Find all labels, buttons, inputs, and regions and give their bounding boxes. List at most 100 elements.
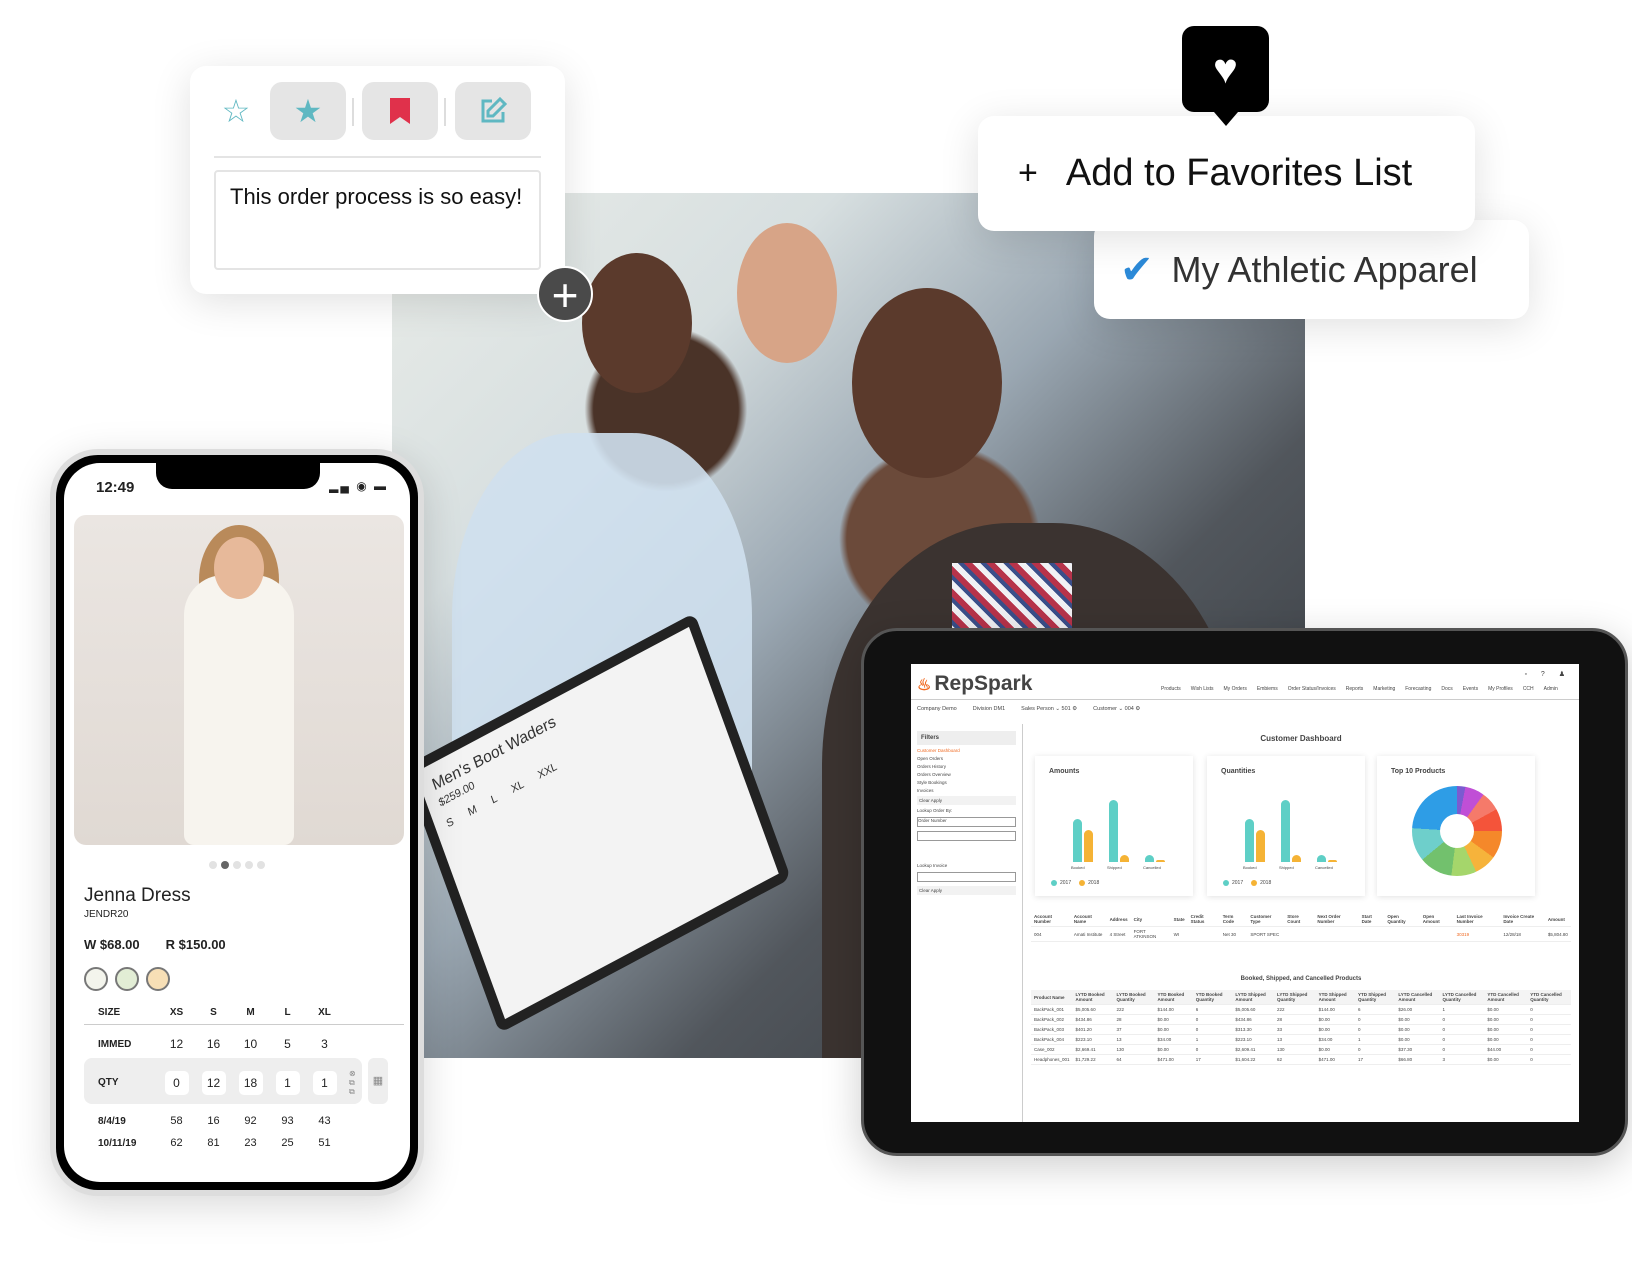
context-item[interactable]: Division DM1 bbox=[973, 706, 1005, 712]
nav-item[interactable]: Reports bbox=[1346, 686, 1364, 692]
column-header[interactable]: LYTD Shipped Amount bbox=[1232, 990, 1275, 1005]
qty-input[interactable]: 12 bbox=[201, 1070, 226, 1095]
table-row[interactable]: BackPack_002 $434.86 28 $0.00 0 $434.86 28 $0.0… bbox=[1031, 1014, 1571, 1025]
filter-link[interactable]: Customer Dashboard bbox=[917, 748, 1016, 753]
color-swatch[interactable] bbox=[84, 967, 108, 991]
nav-item[interactable]: Forecasting bbox=[1405, 686, 1431, 692]
qty-input[interactable]: 1 bbox=[312, 1070, 337, 1095]
cell bbox=[1187, 926, 1220, 942]
amounts-chart: Amounts Booked Shipped Cancelled 2017 2018 bbox=[1035, 756, 1193, 896]
cell: SPORT SPEC bbox=[1247, 926, 1285, 942]
header-icons[interactable]: ▫ ? ♟ bbox=[1524, 670, 1571, 678]
table-row[interactable]: BackPack_003 $401.20 37 $0.00 0 $313.30 33 $0.0… bbox=[1031, 1024, 1571, 1035]
nav-item[interactable]: Admin bbox=[1544, 686, 1558, 692]
column-header[interactable]: LYTD Booked Amount bbox=[1072, 990, 1114, 1005]
clear-copy-icons[interactable]: ⊗ ⧉ ⧉ bbox=[349, 1069, 356, 1096]
cell: $1,604.22 bbox=[1232, 1054, 1275, 1065]
products-table: Product Name LYTD Booked Amount LYTD Booke… bbox=[1031, 990, 1571, 1065]
table-row[interactable]: BackPack_001 $5,005.60 222 $144.00 6 $5,005.6… bbox=[1031, 1004, 1571, 1015]
comment-textarea[interactable]: This order process is so easy! bbox=[214, 170, 541, 270]
table-row[interactable]: BackPack_004 $223.10 13 $34.00 1 $223.10 13 $34… bbox=[1031, 1034, 1571, 1045]
top-nav: Products Wish Lists My Orders Embiems Order … bbox=[1161, 686, 1558, 692]
dashboard-title: Customer Dashboard bbox=[1260, 734, 1342, 743]
table-row[interactable]: Headphones_001 $1,729.22 64 $471.00 17 $1,604… bbox=[1031, 1054, 1571, 1065]
filter-link[interactable]: Orders Overview bbox=[917, 772, 1016, 777]
cell: 28 bbox=[1274, 1014, 1316, 1025]
cell: $2,669.41 bbox=[1072, 1044, 1114, 1055]
calendar-add-icon[interactable]: ▦ bbox=[368, 1058, 388, 1104]
heart-icon[interactable]: ♥ bbox=[1182, 26, 1269, 126]
column-header[interactable]: LYTD Shipped Quantity bbox=[1274, 990, 1316, 1005]
bar-shipped-2018 bbox=[1292, 854, 1301, 862]
cell: 12/28/18 bbox=[1500, 926, 1545, 942]
favorites-list-item[interactable]: ✔ My Athletic Apparel bbox=[1094, 220, 1529, 319]
column-header[interactable]: LYTD Cancelled Quantity bbox=[1439, 990, 1485, 1005]
plus-icon: + bbox=[1018, 154, 1038, 192]
nav-item[interactable]: Events bbox=[1463, 686, 1478, 692]
filter-link[interactable]: Invoices bbox=[917, 788, 1016, 793]
context-item[interactable]: Company Demo bbox=[917, 706, 957, 712]
bookmark-icon[interactable] bbox=[362, 82, 438, 140]
nav-item[interactable]: Docs bbox=[1441, 686, 1452, 692]
lookup-order-select[interactable]: Order Number bbox=[917, 817, 1016, 827]
nav-item[interactable]: My Profiles bbox=[1488, 686, 1513, 692]
column-header[interactable]: Product Name bbox=[1031, 990, 1073, 1005]
table-row[interactable]: Case_002 $2,669.41 130 $0.00 0 $2,609.41 130 $0… bbox=[1031, 1044, 1571, 1055]
star-filled-icon[interactable]: ★ bbox=[270, 82, 346, 140]
star-outline-icon[interactable]: ☆ bbox=[198, 82, 274, 140]
filter-link[interactable]: Orders History bbox=[917, 764, 1016, 769]
context-bar: Company Demo Division DM1 Sales Person ⌄ 5… bbox=[911, 699, 1579, 717]
column-header[interactable]: YTD Cancelled Amount bbox=[1484, 990, 1528, 1005]
status-time: 12:49 bbox=[96, 479, 135, 496]
nav-item[interactable]: Marketing bbox=[1373, 686, 1395, 692]
clear-apply-buttons[interactable]: Clear Apply bbox=[917, 886, 1016, 895]
nav-item[interactable]: CCH bbox=[1523, 686, 1534, 692]
cell bbox=[1284, 926, 1315, 942]
cell: 0 bbox=[1527, 1044, 1571, 1055]
cell: 23 bbox=[244, 1137, 257, 1149]
context-item[interactable]: Customer ⌄ 004 ⚙ bbox=[1093, 706, 1140, 712]
column-header: Next Order Number bbox=[1314, 912, 1359, 927]
carousel-dots[interactable] bbox=[64, 856, 410, 874]
column-header[interactable]: YTD Shipped Quantity bbox=[1355, 990, 1396, 1005]
nav-item[interactable]: My Orders bbox=[1224, 686, 1247, 692]
product-image[interactable] bbox=[74, 515, 404, 845]
nav-item[interactable]: Order Status/Invoices bbox=[1288, 686, 1336, 692]
color-swatch[interactable] bbox=[115, 967, 139, 991]
column-header[interactable]: YTD Cancelled Quantity bbox=[1527, 990, 1571, 1005]
edit-icon[interactable] bbox=[455, 82, 531, 140]
cell: 4 Street bbox=[1106, 926, 1131, 942]
cell: $434.86 bbox=[1072, 1014, 1114, 1025]
column-header[interactable]: YTD Shipped Amount bbox=[1315, 990, 1355, 1005]
lookup-order-input[interactable] bbox=[917, 831, 1016, 841]
filter-link[interactable]: Open Orders bbox=[917, 756, 1016, 761]
qty-input[interactable]: 0 bbox=[164, 1070, 189, 1095]
qty-input[interactable]: 18 bbox=[238, 1070, 263, 1095]
add-to-favorites-button[interactable]: + Add to Favorites List bbox=[978, 116, 1475, 231]
cell: 222 bbox=[1274, 1004, 1316, 1015]
nav-item[interactable]: Wish Lists bbox=[1191, 686, 1214, 692]
cell: 1 bbox=[1192, 1034, 1233, 1045]
add-button[interactable]: + bbox=[537, 266, 593, 322]
clear-apply-buttons[interactable]: Clear Apply bbox=[917, 796, 1016, 805]
cell: 25 bbox=[281, 1137, 294, 1149]
nav-item[interactable]: Products bbox=[1161, 686, 1181, 692]
column-header[interactable]: LYTD Cancelled Amount bbox=[1395, 990, 1440, 1005]
qty-input[interactable]: 1 bbox=[275, 1070, 300, 1095]
phone: 12:49 ▂▄ ◉ ▬ Jenna Dress JENDR20 W $68.0… bbox=[50, 449, 424, 1196]
cell: 130 bbox=[1274, 1044, 1316, 1055]
column-header[interactable]: LYTD Booked Quantity bbox=[1113, 990, 1155, 1005]
bar-cancelled-2018 bbox=[1156, 859, 1165, 862]
context-item[interactable]: Sales Person ⌄ 501 ⚙ bbox=[1021, 706, 1077, 712]
nav-item[interactable]: Embiems bbox=[1257, 686, 1278, 692]
table-row[interactable]: 004 Amati Institute 4 Street FORT ATKINSON W… bbox=[1031, 926, 1571, 942]
color-swatch[interactable] bbox=[146, 967, 170, 991]
cell: $0.00 bbox=[1154, 1014, 1193, 1025]
column-header[interactable]: YTD Booked Quantity bbox=[1192, 990, 1233, 1005]
cell: $0.00 bbox=[1484, 1054, 1528, 1065]
column-header[interactable]: YTD Booked Amount bbox=[1154, 990, 1193, 1005]
lookup-invoice-input[interactable] bbox=[917, 872, 1016, 882]
person-head bbox=[737, 223, 837, 363]
filter-link[interactable]: Style Bookings bbox=[917, 780, 1016, 785]
tablet: ♨ RepSpark Products Wish Lists My Orders Emb… bbox=[861, 628, 1628, 1156]
